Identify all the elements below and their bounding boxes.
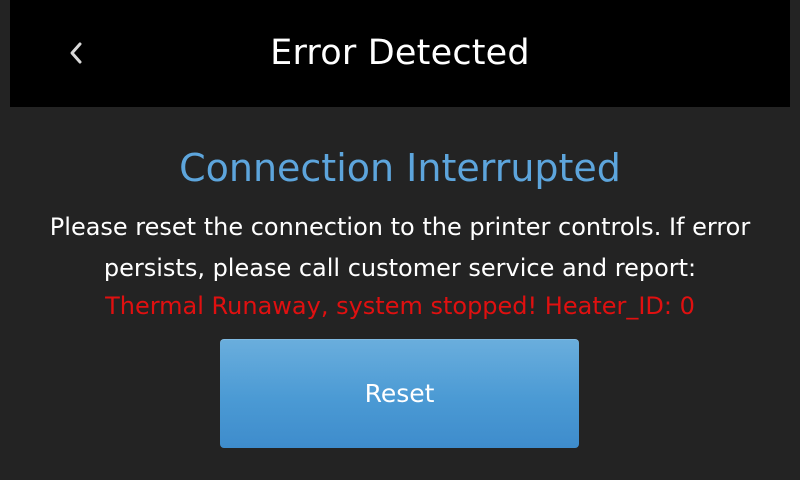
reset-button[interactable]: Reset <box>220 339 579 448</box>
error-message: Please reset the connection to the print… <box>49 213 751 282</box>
error-title: Connection Interrupted <box>179 146 621 190</box>
page-title: Error Detected <box>270 33 530 73</box>
header-bar: Error Detected <box>10 0 790 107</box>
error-screen: Error Detected Connection Interrupted Pl… <box>0 0 800 480</box>
error-detail: Thermal Runaway, system stopped! Heater_… <box>105 292 695 320</box>
